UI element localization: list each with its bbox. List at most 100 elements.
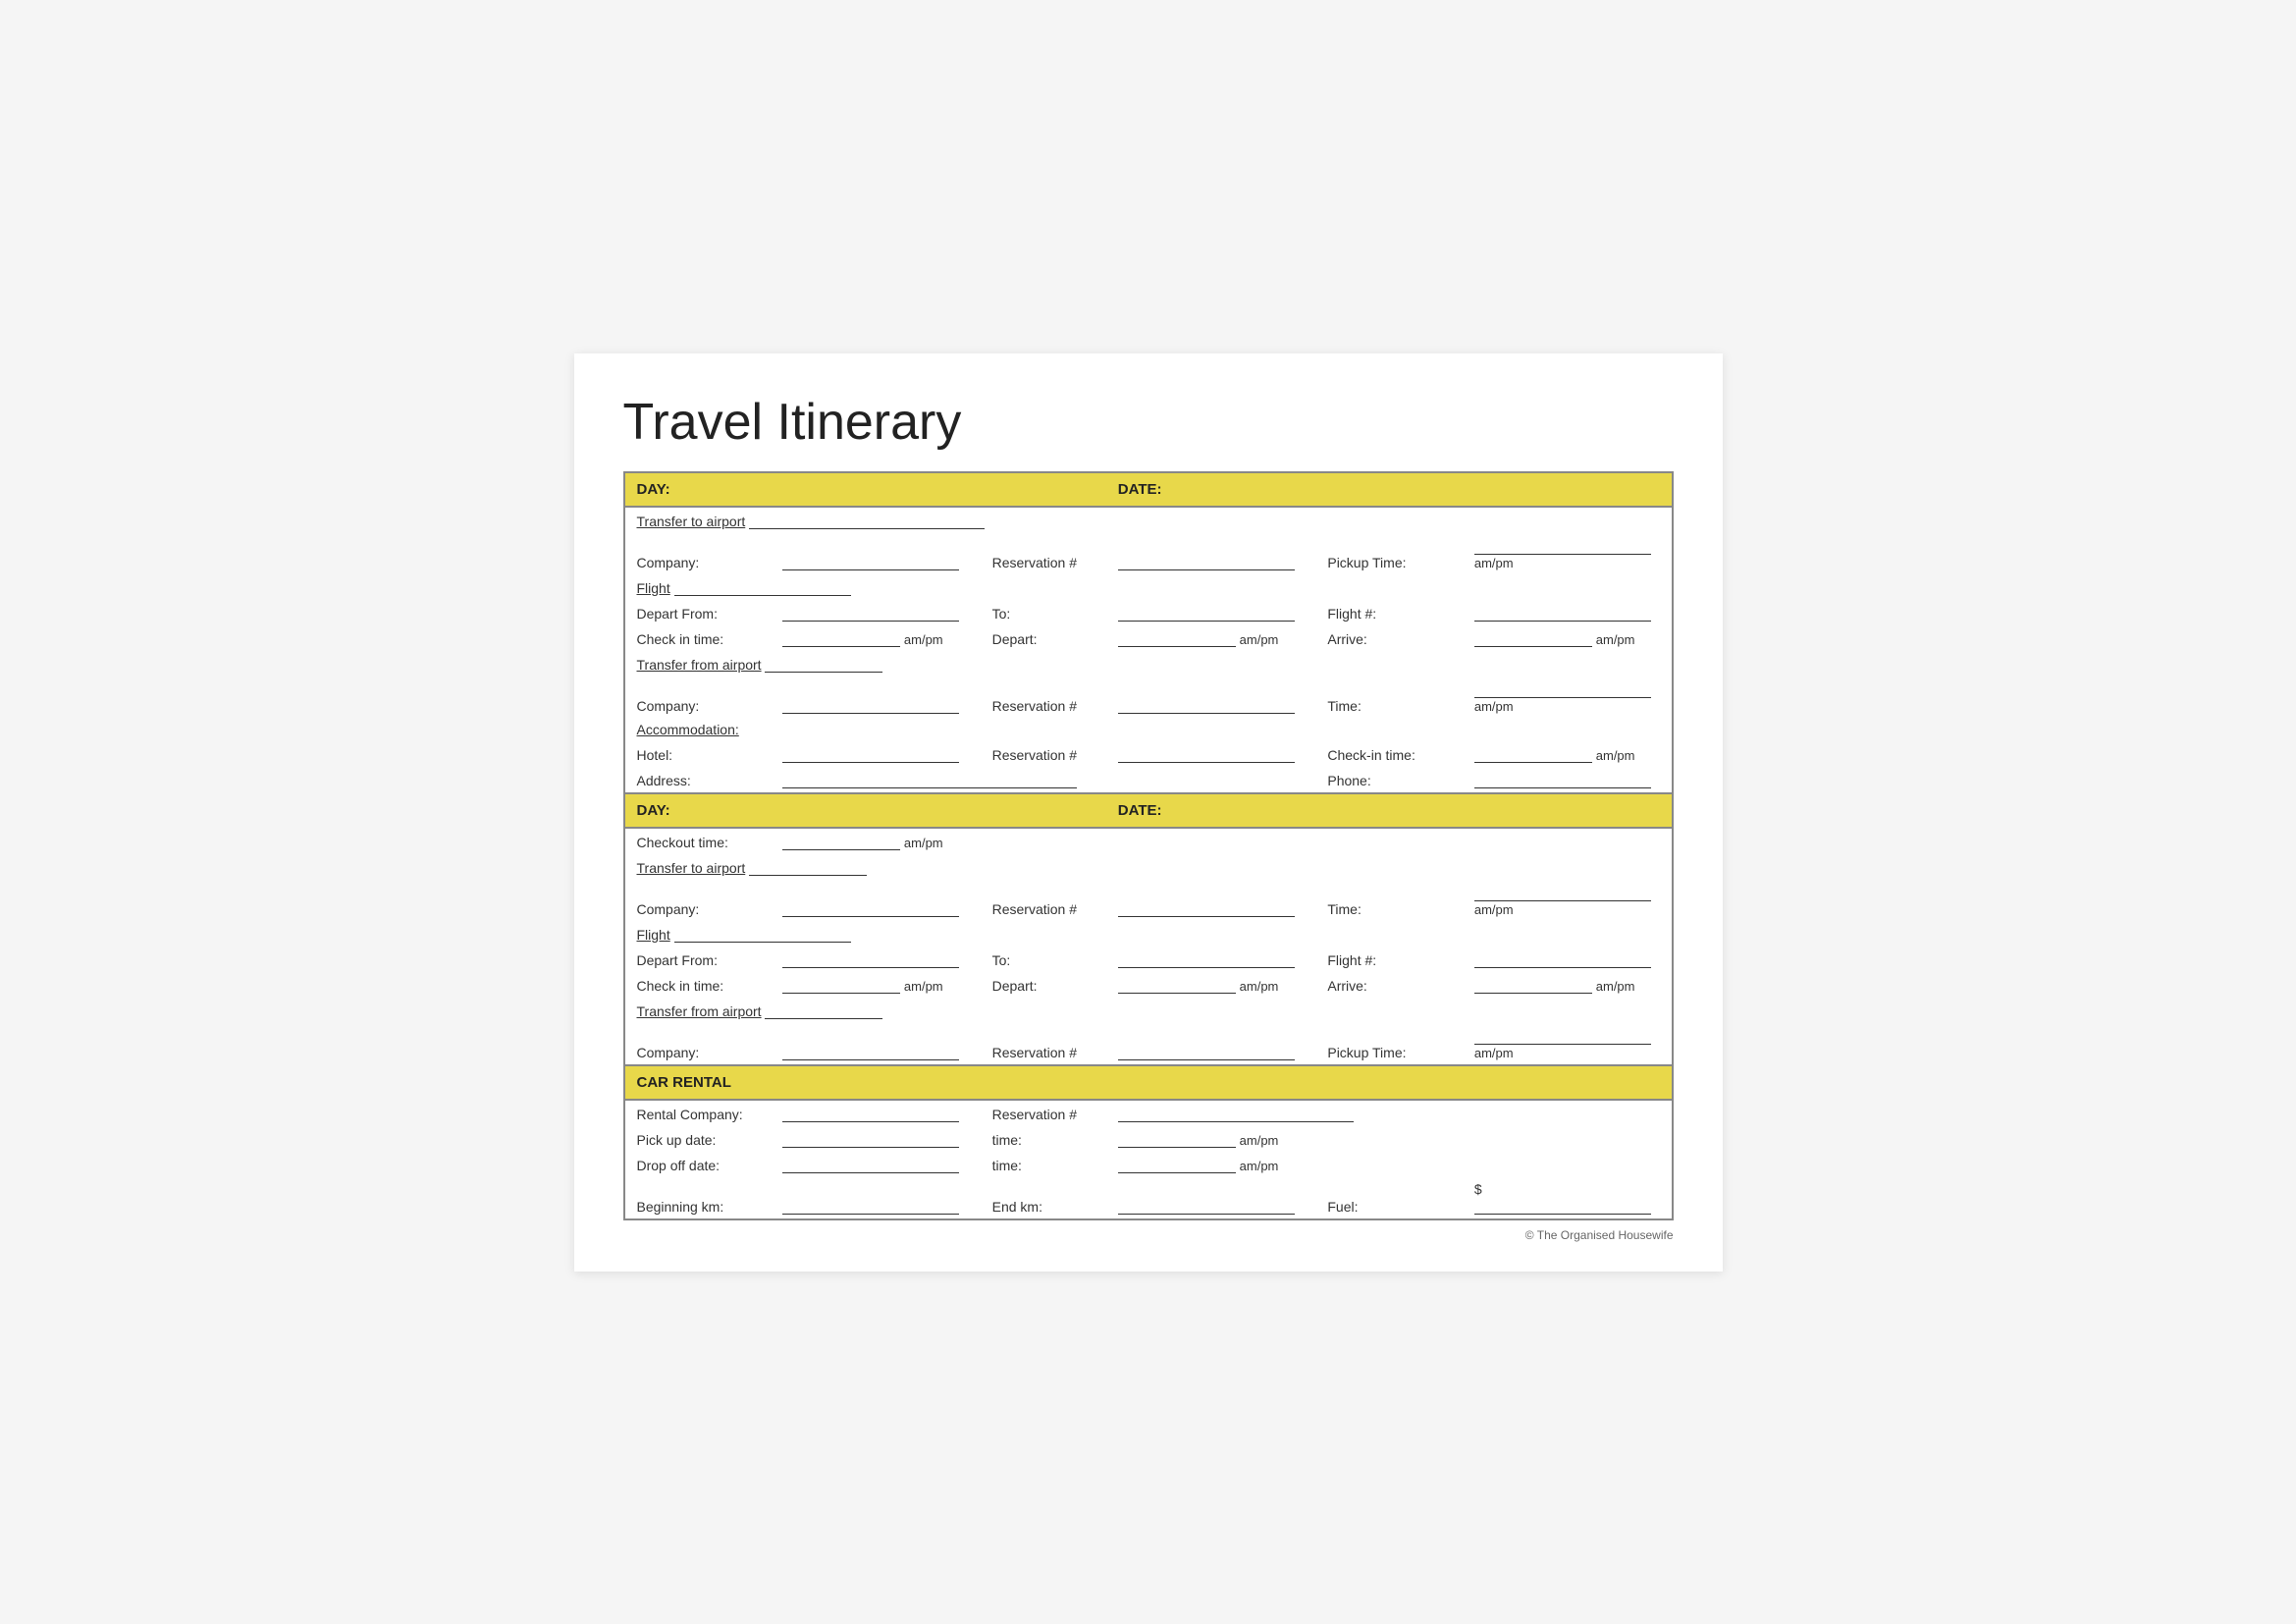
transfer-from-reservation-2-field[interactable] (1118, 1043, 1295, 1060)
pickup-time-1-field[interactable] (1474, 537, 1651, 555)
checkin-time-hotel-1-field[interactable] (1474, 745, 1592, 763)
transfer-to-airport-1-label: Transfer to airport (637, 514, 746, 529)
depart-from-1-field[interactable] (782, 604, 959, 622)
checkin-time-hotel-1-ampm: am/pm (1596, 748, 1635, 763)
reservation-1-field[interactable] (1118, 553, 1295, 570)
checkout-row: Checkout time: am/pm (624, 828, 1673, 854)
accommodation-1-hotel-row: Hotel: Reservation # Check-in time: am/p… (624, 741, 1673, 767)
dropoff-time-field[interactable] (1118, 1156, 1236, 1173)
to-2-field[interactable] (1118, 950, 1295, 968)
transfer-from-company-1-field[interactable] (782, 696, 959, 714)
transfer-to-time-2-field[interactable] (1474, 884, 1651, 901)
arrive-2-label: Arrive: (1315, 972, 1463, 998)
transfer-from-airport-1-company-row: Company: Reservation # Time: am/pm (624, 677, 1673, 718)
end-km-label: End km: (981, 1177, 1106, 1219)
transfer-from-reservation-1-field[interactable] (1118, 696, 1295, 714)
transfer-from-airport-1-label-row: Transfer from airport (624, 651, 1673, 677)
pickup-time-2-label: Pickup Time: (1315, 1023, 1463, 1065)
address-1-field[interactable] (782, 771, 1077, 788)
flight-2-name-field[interactable] (674, 925, 851, 943)
accommodation-1-label-row: Accommodation: (624, 718, 1673, 741)
rental-company-label: Rental Company: (624, 1100, 772, 1126)
company-1-field[interactable] (782, 553, 959, 570)
transfer-from-time-1-field[interactable] (1474, 680, 1651, 698)
flight-2-depart-row: Depart From: To: Flight #: (624, 947, 1673, 972)
transfer-to-time-2-label: Time: (1315, 880, 1463, 921)
dropoff-date-field[interactable] (782, 1156, 959, 1173)
page-title: Travel Itinerary (623, 393, 1674, 452)
pickup-time-2-ampm: am/pm (1474, 1046, 1514, 1060)
depart-from-2-label: Depart From: (624, 947, 772, 972)
copyright: © The Organised Housewife (623, 1228, 1674, 1242)
beginning-km-field[interactable] (782, 1197, 959, 1215)
accommodation-reservation-1-field[interactable] (1118, 745, 1295, 763)
dropoff-date-label: Drop off date: (624, 1152, 772, 1177)
end-km-field[interactable] (1118, 1197, 1295, 1215)
depart-1-ampm: am/pm (1240, 632, 1279, 647)
rental-company-field[interactable] (782, 1105, 959, 1122)
fuel-label: Fuel: (1315, 1177, 1463, 1219)
depart-from-2-field[interactable] (782, 950, 959, 968)
pickup-date-field[interactable] (782, 1130, 959, 1148)
checkin-time-1-field[interactable] (782, 629, 900, 647)
flight-2-label-row: Flight (624, 921, 1673, 947)
checkin-time-2-label: Check in time: (624, 972, 772, 998)
page: Travel Itinerary DAY: DATE: Transfer to … (574, 353, 1723, 1272)
company-1-label: Company: (624, 533, 772, 574)
phone-1-label: Phone: (1315, 767, 1463, 793)
checkout-time-field[interactable] (782, 833, 900, 850)
transfer-from-time-1-label: Time: (1315, 677, 1463, 718)
flight-2-label: Flight (637, 927, 670, 943)
flight-1-name-field[interactable] (674, 578, 851, 596)
day2-date-label: DATE: (1106, 793, 1673, 828)
arrive-2-field[interactable] (1474, 976, 1592, 994)
pickup-time-2-field[interactable] (1474, 1027, 1651, 1045)
depart-2-label: Depart: (981, 972, 1106, 998)
day2-day-label: DAY: (624, 793, 1106, 828)
depart-1-field[interactable] (1118, 629, 1236, 647)
pickup-time-car-field[interactable] (1118, 1130, 1236, 1148)
transfer-to-airport-1-field[interactable] (749, 512, 985, 529)
fuel-field[interactable] (1474, 1197, 1651, 1215)
arrive-1-label: Arrive: (1315, 625, 1463, 651)
depart-1-label: Depart: (981, 625, 1106, 651)
flight-hash-2-label: Flight #: (1315, 947, 1463, 972)
day1-header-row: DAY: DATE: (624, 472, 1673, 507)
reservation-1-label: Reservation # (981, 533, 1106, 574)
beginning-km-label: Beginning km: (624, 1177, 772, 1219)
car-rental-km-row: Beginning km: End km: Fuel: $ (624, 1177, 1673, 1219)
car-reservation-field[interactable] (1118, 1105, 1354, 1122)
transfer-to-company-2-label: Company: (624, 880, 772, 921)
flight-1-depart-row: Depart From: To: Flight #: (624, 600, 1673, 625)
hotel-1-label: Hotel: (624, 741, 772, 767)
transfer-to-company-2-field[interactable] (782, 899, 959, 917)
transfer-from-airport-1-field[interactable] (765, 655, 882, 673)
day1-date-label: DATE: (1106, 472, 1673, 507)
depart-2-ampm: am/pm (1240, 979, 1279, 994)
transfer-from-airport-2-field[interactable] (765, 1001, 882, 1019)
hotel-1-field[interactable] (782, 745, 959, 763)
transfer-to-reservation-2-field[interactable] (1118, 899, 1295, 917)
day2-header-row: DAY: DATE: (624, 793, 1673, 828)
depart-2-field[interactable] (1118, 976, 1236, 994)
transfer-from-company-2-label: Company: (624, 1023, 772, 1065)
flight-hash-1-field[interactable] (1474, 604, 1651, 622)
arrive-1-field[interactable] (1474, 629, 1592, 647)
accommodation-reservation-1-label: Reservation # (981, 741, 1106, 767)
transfer-to-airport-2-label-row: Transfer to airport (624, 854, 1673, 880)
transfer-to-airport-2-field[interactable] (749, 858, 867, 876)
address-1-label: Address: (624, 767, 772, 793)
checkin-time-1-ampm: am/pm (904, 632, 943, 647)
day1-day-label: DAY: (624, 472, 1106, 507)
checkin-time-2-field[interactable] (782, 976, 900, 994)
arrive-1-ampm: am/pm (1596, 632, 1635, 647)
flight-hash-2-field[interactable] (1474, 950, 1651, 968)
transfer-from-reservation-1-label: Reservation # (981, 677, 1106, 718)
car-rental-header-row: CAR RENTAL (624, 1065, 1673, 1100)
pickup-time-car-ampm: am/pm (1240, 1133, 1279, 1148)
to-1-field[interactable] (1118, 604, 1295, 622)
transfer-from-airport-1-label: Transfer from airport (637, 657, 762, 673)
transfer-from-company-2-field[interactable] (782, 1043, 959, 1060)
phone-1-field[interactable] (1474, 771, 1651, 788)
transfer-from-time-1-ampm: am/pm (1474, 699, 1514, 714)
